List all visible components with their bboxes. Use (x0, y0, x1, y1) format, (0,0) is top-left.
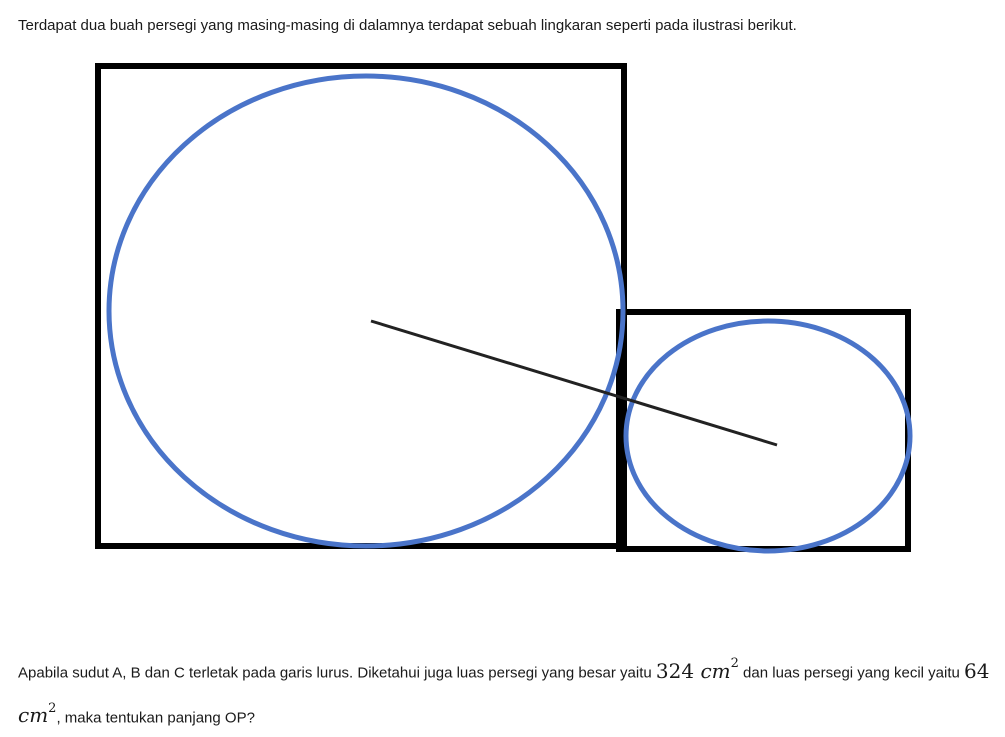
question-part-3: , maka tentukan panjang OP? (56, 709, 255, 727)
question-part-2: dan luas persegi yang kecil yaitu (738, 664, 965, 682)
small-circle (623, 318, 913, 554)
question-part-1: Apabila sudut A, B dan C terletak pada g… (18, 664, 656, 682)
geometry-figure (95, 63, 913, 554)
center-connecting-line (370, 319, 778, 447)
large-circle (106, 73, 626, 549)
big-square-area: 324 cm2 (655, 656, 739, 683)
large-square (95, 63, 627, 549)
question-text: Apabila sudut A, B dan C terletak pada g… (18, 648, 993, 737)
